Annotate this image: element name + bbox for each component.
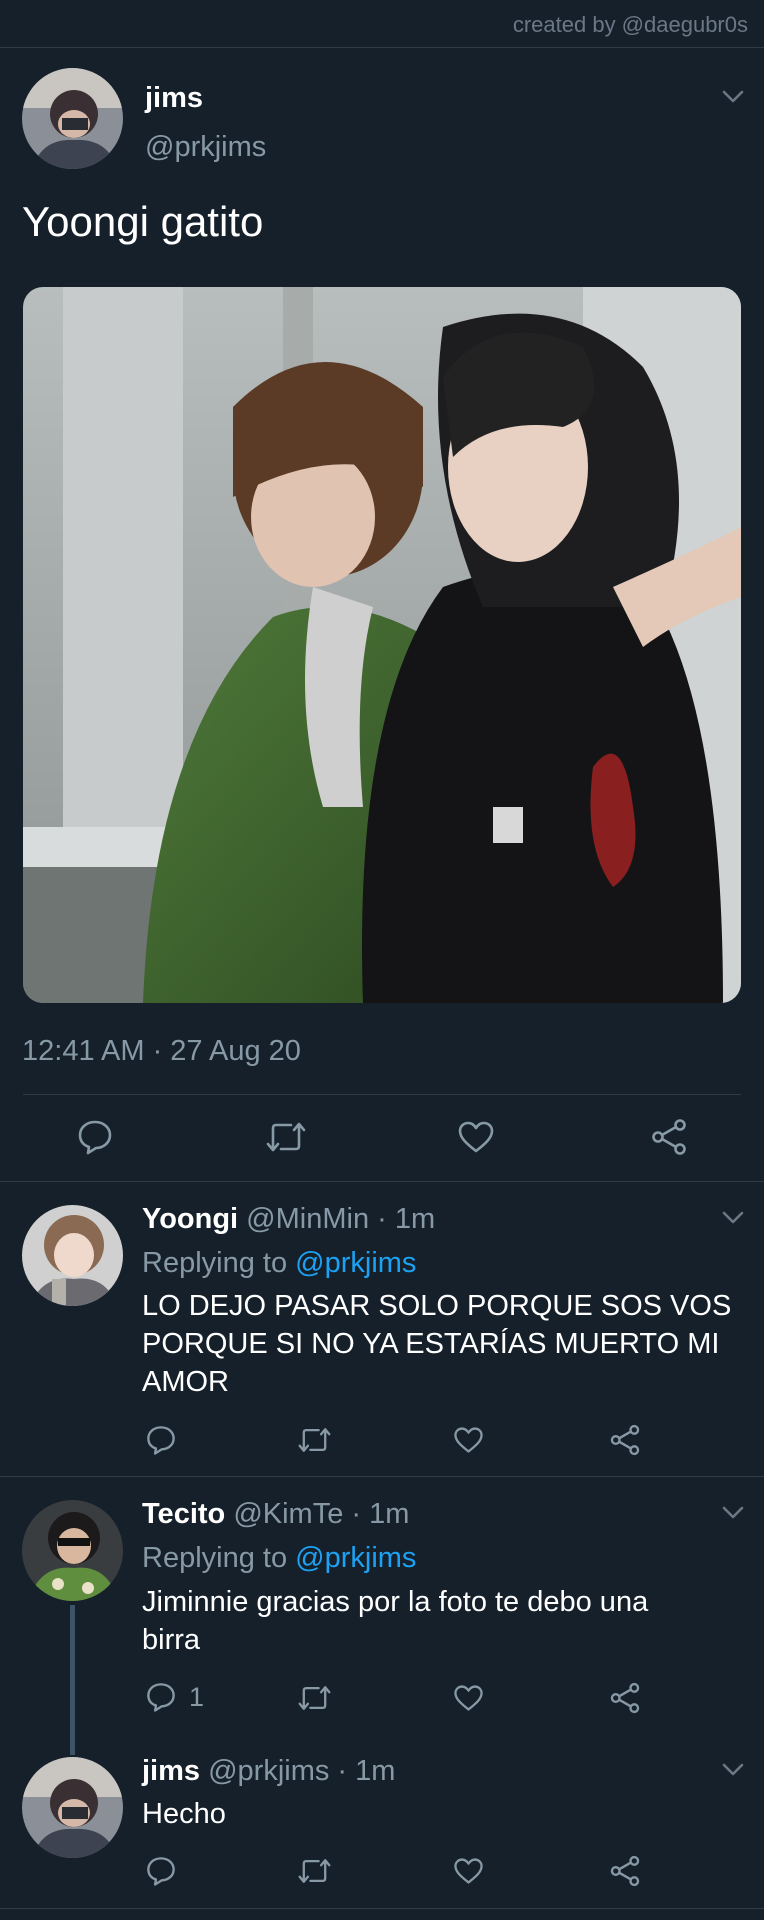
reply-header: Tecito @KimTe · 1m bbox=[142, 1498, 409, 1531]
chevron-down-icon[interactable] bbox=[722, 1763, 744, 1777]
reply-text-line: AMOR bbox=[142, 1366, 229, 1398]
share-icon[interactable] bbox=[609, 1682, 641, 1714]
divider bbox=[0, 1908, 764, 1909]
author-name[interactable]: Tecito bbox=[142, 1498, 225, 1530]
retweet-icon[interactable] bbox=[297, 1426, 332, 1454]
tweet-photo[interactable] bbox=[23, 287, 741, 1003]
replying-to: Replying to @prkjims bbox=[142, 1542, 416, 1575]
thread-line bbox=[70, 1605, 75, 1755]
author-handle[interactable]: @prkjims bbox=[145, 131, 266, 164]
replying-to-label: Replying to bbox=[142, 1247, 288, 1279]
heart-icon[interactable] bbox=[453, 1684, 484, 1712]
reply-text: LO DEJO PASAR SOLO PORQUE SOS VOS PORQUE… bbox=[142, 1287, 731, 1401]
author-name[interactable]: jims bbox=[145, 82, 203, 115]
divider bbox=[0, 1476, 764, 1477]
avatar[interactable] bbox=[22, 68, 123, 169]
reply-text-line: PORQUE SI NO YA ESTARÍAS MUERTO MI bbox=[142, 1328, 720, 1360]
tweet-text: Yoongi gatito bbox=[22, 198, 264, 245]
author-meta[interactable]: @prkjims · 1m bbox=[208, 1755, 395, 1787]
reply-icon[interactable] bbox=[145, 1424, 177, 1456]
reply-text-line: Jiminnie gracias por la foto te debo una bbox=[142, 1586, 649, 1618]
avatar[interactable] bbox=[22, 1205, 123, 1306]
avatar[interactable] bbox=[22, 1500, 123, 1601]
heart-icon[interactable] bbox=[457, 1120, 495, 1154]
reply-text-line: LO DEJO PASAR SOLO PORQUE SOS VOS bbox=[142, 1290, 732, 1322]
author-meta[interactable]: @KimTe · 1m bbox=[233, 1498, 409, 1530]
reply-icon[interactable] bbox=[145, 1681, 177, 1713]
reply-count: 1 bbox=[189, 1682, 205, 1712]
heart-icon[interactable] bbox=[453, 1857, 484, 1885]
reply-header: jims @prkjims · 1m bbox=[142, 1755, 395, 1788]
replying-to-handle[interactable]: @prkjims bbox=[295, 1542, 416, 1574]
author-meta[interactable]: @MinMin · 1m bbox=[246, 1203, 435, 1235]
replying-to-label: Replying to bbox=[142, 1542, 288, 1574]
chevron-down-icon[interactable] bbox=[722, 1211, 744, 1225]
reply-text-line: Hecho bbox=[142, 1798, 226, 1830]
retweet-icon[interactable] bbox=[297, 1684, 332, 1712]
divider bbox=[0, 1181, 764, 1182]
reply-header: Yoongi @MinMin · 1m bbox=[142, 1203, 435, 1236]
retweet-icon[interactable] bbox=[265, 1120, 307, 1154]
reply-text: Jiminnie gracias por la foto te debo una… bbox=[142, 1583, 648, 1659]
share-icon[interactable] bbox=[609, 1855, 641, 1887]
chevron-down-icon[interactable] bbox=[722, 1506, 744, 1520]
heart-icon[interactable] bbox=[453, 1426, 484, 1454]
share-icon[interactable] bbox=[650, 1118, 688, 1156]
chevron-down-icon[interactable] bbox=[722, 90, 744, 104]
divider bbox=[23, 1094, 741, 1095]
retweet-icon[interactable] bbox=[297, 1857, 332, 1885]
reply-text: Hecho bbox=[142, 1795, 226, 1833]
author-name[interactable]: jims bbox=[142, 1755, 200, 1787]
replying-to-handle[interactable]: @prkjims bbox=[295, 1247, 416, 1279]
credit-text: created by @daegubr0s bbox=[512, 12, 748, 37]
reply-text-line: birra bbox=[142, 1624, 201, 1656]
replying-to: Replying to @prkjims bbox=[142, 1247, 416, 1280]
share-icon[interactable] bbox=[609, 1424, 641, 1456]
credit-bar: created by @daegubr0s bbox=[0, 0, 764, 48]
reply-icon[interactable] bbox=[76, 1118, 114, 1156]
author-name[interactable]: Yoongi bbox=[142, 1203, 238, 1235]
tweet-timestamp: 12:41 AM · 27 Aug 20 bbox=[22, 1035, 301, 1067]
avatar[interactable] bbox=[22, 1757, 123, 1858]
reply-icon[interactable] bbox=[145, 1855, 177, 1887]
